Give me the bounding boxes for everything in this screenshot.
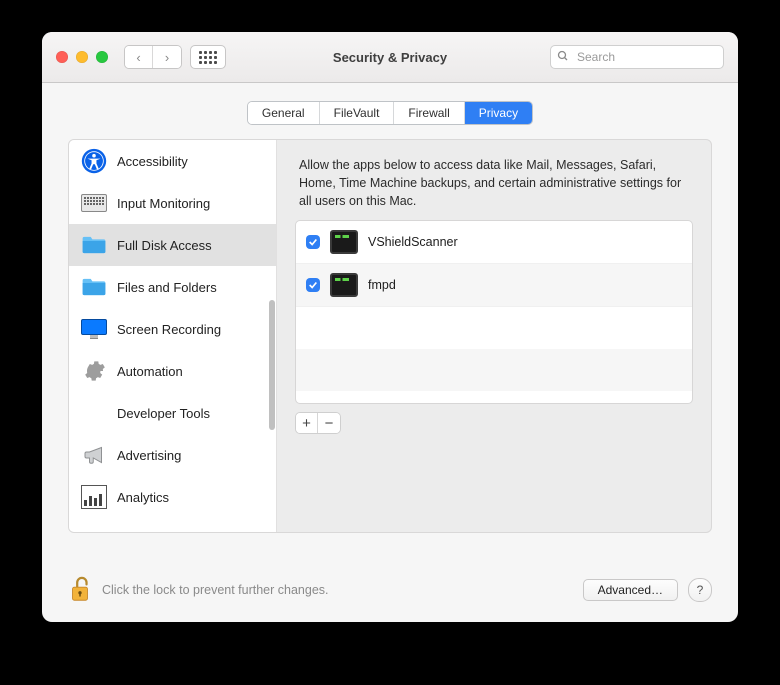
search-icon bbox=[557, 50, 569, 64]
advanced-button[interactable]: Advanced… bbox=[583, 579, 678, 601]
minus-icon: − bbox=[325, 416, 334, 431]
app-row-empty bbox=[296, 307, 692, 349]
sidebar-item-label: Full Disk Access bbox=[117, 238, 212, 253]
tab-bar: General FileVault Firewall Privacy bbox=[42, 83, 738, 125]
chevron-left-icon: ‹ bbox=[136, 51, 140, 64]
remove-button[interactable]: − bbox=[318, 413, 340, 433]
tab-segmented-control: General FileVault Firewall Privacy bbox=[247, 101, 533, 125]
megaphone-icon bbox=[81, 442, 107, 468]
blank-icon bbox=[81, 400, 107, 426]
folder-icon bbox=[81, 274, 107, 300]
lock-area[interactable]: Click the lock to prevent further change… bbox=[68, 576, 329, 604]
nav-buttons: ‹ › bbox=[124, 45, 182, 69]
sidebar-item-analytics[interactable]: Analytics bbox=[69, 476, 276, 518]
terminal-icon bbox=[330, 230, 358, 254]
tab-general[interactable]: General bbox=[248, 102, 320, 124]
tab-filevault[interactable]: FileVault bbox=[320, 102, 395, 124]
preferences-window: ‹ › Security & Privacy General bbox=[42, 32, 738, 622]
app-name: fmpd bbox=[368, 278, 396, 292]
app-row[interactable]: fmpd bbox=[296, 264, 692, 307]
plus-icon: + bbox=[302, 416, 311, 431]
sidebar-item-advertising[interactable]: Advertising bbox=[69, 434, 276, 476]
lock-text: Click the lock to prevent further change… bbox=[102, 583, 329, 597]
lock-icon bbox=[68, 576, 92, 604]
app-name: VShieldScanner bbox=[368, 235, 458, 249]
zoom-icon[interactable] bbox=[96, 51, 108, 63]
close-icon[interactable] bbox=[56, 51, 68, 63]
display-icon bbox=[81, 316, 107, 342]
permission-description: Allow the apps below to access data like… bbox=[295, 152, 693, 220]
sidebar-item-label: Analytics bbox=[117, 490, 169, 505]
gear-icon bbox=[81, 358, 107, 384]
sidebar-item-label: Screen Recording bbox=[117, 322, 221, 337]
tab-privacy[interactable]: Privacy bbox=[465, 102, 532, 124]
titlebar: ‹ › Security & Privacy bbox=[42, 32, 738, 83]
folder-icon bbox=[81, 232, 107, 258]
sidebar-item-label: Accessibility bbox=[117, 154, 188, 169]
sidebar-item-label: Advertising bbox=[117, 448, 181, 463]
grid-icon bbox=[199, 51, 217, 64]
search-input[interactable] bbox=[575, 49, 717, 65]
terminal-icon bbox=[330, 273, 358, 297]
minimize-icon[interactable] bbox=[76, 51, 88, 63]
checkbox[interactable] bbox=[306, 235, 320, 249]
sidebar-item-screen-recording[interactable]: Screen Recording bbox=[69, 308, 276, 350]
app-row[interactable]: VShieldScanner bbox=[296, 221, 692, 264]
chart-icon bbox=[81, 484, 107, 510]
app-list[interactable]: VShieldScanner fmpd bbox=[295, 220, 693, 404]
privacy-sidebar[interactable]: Accessibility Input Monitoring Full Disk… bbox=[69, 140, 277, 532]
app-row-empty bbox=[296, 349, 692, 391]
accessibility-icon bbox=[81, 148, 107, 174]
show-all-button[interactable] bbox=[190, 45, 226, 69]
sidebar-item-label: Files and Folders bbox=[117, 280, 217, 295]
footer: Click the lock to prevent further change… bbox=[42, 558, 738, 622]
add-button[interactable]: + bbox=[296, 413, 318, 433]
sidebar-item-files-and-folders[interactable]: Files and Folders bbox=[69, 266, 276, 308]
sidebar-item-label: Input Monitoring bbox=[117, 196, 210, 211]
window-controls bbox=[56, 51, 108, 63]
sidebar-item-label: Automation bbox=[117, 364, 183, 379]
keyboard-icon bbox=[81, 190, 107, 216]
sidebar-item-full-disk-access[interactable]: Full Disk Access bbox=[69, 224, 276, 266]
forward-button[interactable]: › bbox=[153, 46, 181, 68]
back-button[interactable]: ‹ bbox=[125, 46, 153, 68]
privacy-panel: Accessibility Input Monitoring Full Disk… bbox=[68, 139, 712, 533]
search-field[interactable] bbox=[550, 45, 724, 69]
sidebar-item-input-monitoring[interactable]: Input Monitoring bbox=[69, 182, 276, 224]
sidebar-item-automation[interactable]: Automation bbox=[69, 350, 276, 392]
detail-pane: Allow the apps below to access data like… bbox=[277, 140, 711, 532]
sidebar-item-accessibility[interactable]: Accessibility bbox=[69, 140, 276, 182]
help-button[interactable]: ? bbox=[688, 578, 712, 602]
chevron-right-icon: › bbox=[165, 51, 169, 64]
sidebar-item-label: Developer Tools bbox=[117, 406, 210, 421]
checkbox[interactable] bbox=[306, 278, 320, 292]
sidebar-item-developer-tools[interactable]: Developer Tools bbox=[69, 392, 276, 434]
tab-firewall[interactable]: Firewall bbox=[394, 102, 464, 124]
scrollbar-thumb[interactable] bbox=[269, 300, 275, 430]
add-remove-buttons: + − bbox=[295, 412, 341, 434]
